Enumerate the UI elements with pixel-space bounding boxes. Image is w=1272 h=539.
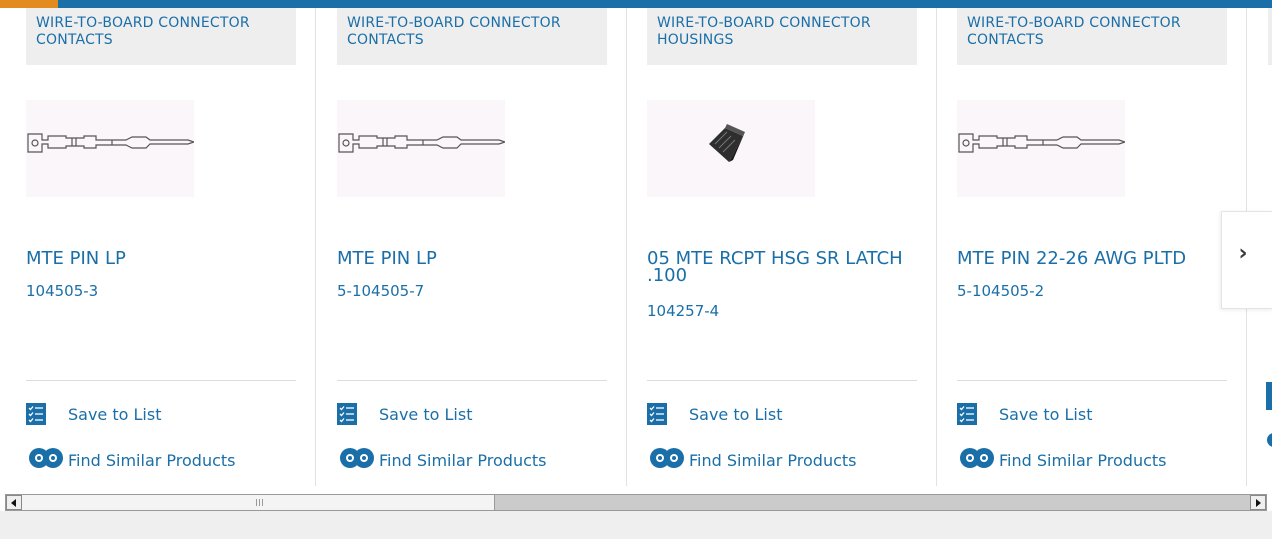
top-bar-accent — [0, 0, 58, 8]
gears-icon — [1266, 428, 1272, 452]
save-to-list-button[interactable]: Save to List — [337, 403, 472, 425]
checklist-icon — [647, 403, 667, 425]
part-number-link[interactable]: 104257-4 — [647, 302, 917, 320]
scroll-left-button[interactable] — [6, 495, 22, 510]
product-image[interactable] — [26, 100, 194, 197]
find-similar-products-label: Find Similar Products — [689, 450, 857, 470]
find-similar-products-label: Find Similar Products — [999, 450, 1167, 470]
product-image[interactable] — [647, 100, 815, 197]
part-number-link[interactable]: 104505-3 — [26, 282, 296, 300]
product-card: WIRE-TO-BOARD CONNECTOR CONTACTS MTE PIN… — [337, 8, 607, 486]
product-card: WIRE-TO-BOARD CONNECTOR HOUSINGS 05 MTE … — [647, 8, 917, 486]
divider — [647, 380, 917, 381]
save-to-list-button[interactable]: Save to List — [26, 403, 161, 425]
next-card-category-edge — [1268, 8, 1272, 65]
save-to-list-label: Save to List — [379, 404, 473, 424]
scrollbar-thumb[interactable] — [22, 495, 495, 510]
product-category[interactable]: WIRE-TO-BOARD CONNECTOR CONTACTS — [26, 8, 296, 65]
carousel-next-button[interactable]: › — [1221, 211, 1272, 309]
gears-icon — [337, 446, 377, 474]
horizontal-scrollbar[interactable] — [5, 494, 1267, 511]
checklist-icon — [26, 403, 46, 425]
divider — [337, 380, 607, 381]
product-name-link[interactable]: MTE PIN 22-26 AWG PLTD — [957, 250, 1227, 268]
window-bottom-area — [0, 511, 1272, 539]
product-category[interactable]: WIRE-TO-BOARD CONNECTOR CONTACTS — [337, 8, 607, 65]
gears-icon — [957, 446, 997, 474]
product-card: WIRE-TO-BOARD CONNECTOR CONTACTS MTE PIN… — [957, 8, 1227, 486]
product-image[interactable] — [337, 100, 505, 197]
save-to-list-button[interactable]: Save to List — [647, 403, 782, 425]
save-to-list-label: Save to List — [68, 404, 162, 424]
checklist-icon — [337, 403, 357, 425]
product-category[interactable]: WIRE-TO-BOARD CONNECTOR CONTACTS — [957, 8, 1227, 65]
find-similar-products-link[interactable]: Find Similar Products — [26, 448, 236, 472]
arrow-right-icon — [1256, 498, 1261, 507]
product-carousel: WIRE-TO-BOARD CONNECTOR CONTACTS MTE PIN… — [0, 8, 1272, 486]
checklist-icon — [957, 403, 977, 425]
product-name-link[interactable]: 05 MTE RCPT HSG SR LATCH .100 — [647, 250, 917, 285]
grip-icon — [256, 499, 263, 506]
save-to-list-label: Save to List — [689, 404, 783, 424]
part-number-link[interactable]: 5-104505-2 — [957, 282, 1227, 300]
card-divider — [936, 8, 937, 486]
find-similar-products-label: Find Similar Products — [379, 450, 547, 470]
divider — [957, 380, 1227, 381]
product-category[interactable]: WIRE-TO-BOARD CONNECTOR HOUSINGS — [647, 8, 917, 65]
save-to-list-button[interactable]: Save to List — [957, 403, 1092, 425]
part-number-link[interactable]: 5-104505-7 — [337, 282, 607, 300]
arrow-left-icon — [11, 498, 16, 507]
top-bar — [0, 0, 1272, 8]
product-card: WIRE-TO-BOARD CONNECTOR CONTACTS MTE PIN… — [26, 8, 296, 486]
product-image[interactable] — [957, 100, 1125, 197]
card-divider — [626, 8, 627, 486]
next-card-save-edge — [1266, 382, 1272, 410]
product-name-link[interactable]: MTE PIN LP — [337, 250, 607, 268]
card-divider — [315, 8, 316, 486]
divider — [26, 380, 296, 381]
save-to-list-label: Save to List — [999, 404, 1093, 424]
find-similar-products-link[interactable]: Find Similar Products — [337, 448, 547, 472]
find-similar-products-label: Find Similar Products — [68, 450, 236, 470]
find-similar-products-link[interactable]: Find Similar Products — [647, 448, 857, 472]
product-name-link[interactable]: MTE PIN LP — [26, 250, 296, 268]
gears-icon — [26, 446, 66, 474]
scroll-right-button[interactable] — [1250, 495, 1266, 510]
gears-icon — [647, 446, 687, 474]
chevron-right-icon: › — [1238, 240, 1248, 266]
find-similar-products-link[interactable]: Find Similar Products — [957, 448, 1167, 472]
